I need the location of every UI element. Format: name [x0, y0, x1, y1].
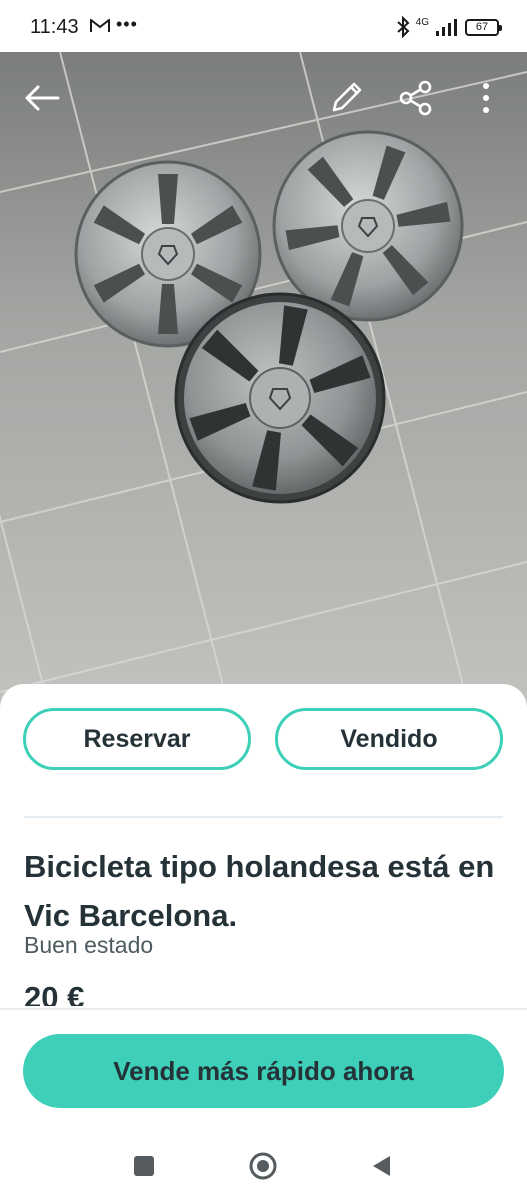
sheet-separator [0, 1008, 527, 1010]
product-photo[interactable] [0, 52, 527, 712]
home-circle-icon[interactable] [249, 1152, 277, 1180]
listing-title: Bicicleta tipo holandesa está en Vic Bar… [24, 849, 495, 933]
status-bar: 11:43 ••• 4G 67 [0, 0, 527, 52]
status-right: 4G 67 [396, 14, 502, 40]
signal-icon [436, 19, 457, 36]
status-time: 11:43 [30, 16, 79, 38]
network-type: 4G [415, 17, 429, 28]
system-nav-bar [0, 1130, 527, 1200]
more-notifications-icon: ••• [116, 14, 138, 34]
share-icon[interactable] [396, 78, 436, 118]
battery-level: 67 [475, 20, 489, 33]
hubcaps-image [0, 52, 527, 712]
edit-pencil-icon[interactable] [326, 78, 366, 118]
bluetooth-icon [396, 16, 410, 38]
battery-icon: 67 [465, 18, 502, 36]
sold-button[interactable]: Vendido [275, 708, 503, 770]
reserve-button[interactable]: Reservar [23, 708, 251, 770]
listing-condition: Buen estado [24, 932, 154, 958]
listing-sheet: Reservar Vendido Bicicleta tipo holandes… [0, 684, 527, 1200]
back-arrow-icon[interactable] [22, 78, 62, 118]
recents-square-icon[interactable] [130, 1152, 158, 1180]
more-vert-icon[interactable] [466, 78, 506, 118]
listing-price: 20 € [24, 980, 85, 1006]
divider [24, 816, 503, 818]
back-triangle-icon[interactable] [368, 1152, 396, 1180]
gmail-icon [90, 19, 110, 32]
sell-faster-button[interactable]: Vende más rápido ahora [23, 1034, 504, 1108]
